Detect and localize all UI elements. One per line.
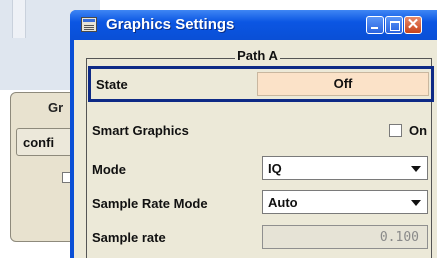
sample-rate-value: 0.100 <box>379 230 419 245</box>
group-title: Path A <box>74 48 437 63</box>
smart-graphics-checkbox[interactable] <box>389 124 402 137</box>
group-title-text: Path A <box>235 48 280 63</box>
sample-rate-mode-label: Sample Rate Mode <box>92 196 208 211</box>
maximize-button[interactable] <box>385 16 403 34</box>
state-label: State <box>96 77 128 92</box>
sample-rate-label: Sample rate <box>92 230 166 245</box>
smart-graphics-on-label: On <box>409 123 428 138</box>
close-button[interactable]: ✕ <box>404 16 422 34</box>
state-toggle-button[interactable]: Off <box>257 72 429 96</box>
mode-select[interactable]: IQ <box>262 156 428 180</box>
chevron-down-icon[interactable] <box>411 200 421 206</box>
dialog-client-area: Path A State Off Smart Graphics On Mode … <box>74 40 437 258</box>
chevron-down-icon[interactable] <box>411 166 421 172</box>
mode-select-value: IQ <box>268 161 282 176</box>
minimize-button[interactable] <box>366 16 384 34</box>
state-row: State Off <box>88 66 434 102</box>
sample-rate-mode-select-value: Auto <box>268 195 298 210</box>
background-panel-title: Gr <box>48 100 64 115</box>
window-title: Graphics Settings <box>106 16 235 33</box>
sample-rate-field: 0.100 <box>262 225 428 249</box>
close-icon: ✕ <box>406 16 420 33</box>
graphics-settings-window: Graphics Settings ✕ Path A State Off Sma… <box>70 10 437 258</box>
window-app-icon <box>81 17 97 32</box>
sample-rate-mode-select[interactable]: Auto <box>262 190 428 214</box>
mode-label: Mode <box>92 162 126 177</box>
smart-graphics-label: Smart Graphics <box>92 123 189 138</box>
title-bar[interactable]: Graphics Settings ✕ <box>70 10 437 40</box>
